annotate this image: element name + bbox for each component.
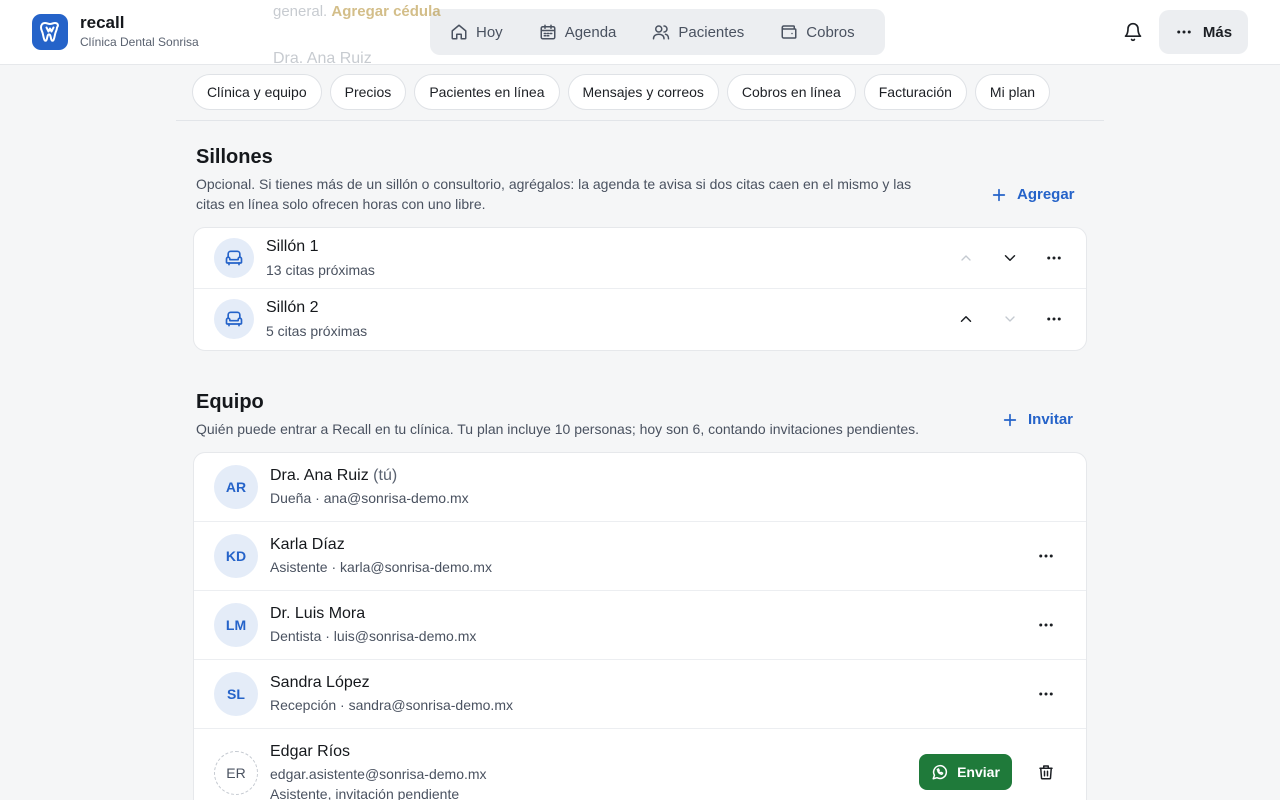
chair-name: Sillón 1 <box>266 238 319 255</box>
nav-item-label: Cobros <box>806 23 855 41</box>
tab-cobros-en-linea[interactable]: Cobros en línea <box>726 74 856 110</box>
chevron-up-icon <box>961 255 971 261</box>
plus-icon <box>1003 413 1017 426</box>
chair-icon <box>214 238 254 278</box>
tab-pacientes-en-linea[interactable]: Pacientes en línea <box>414 74 560 110</box>
chair-appointments: 13 citas próximas <box>266 262 375 278</box>
send-invitation-button[interactable]: Enviar <box>919 754 1012 790</box>
nav-item-label: Pacientes <box>678 23 745 41</box>
move-down-button[interactable] <box>998 307 1022 331</box>
chair-menu-button[interactable] <box>1042 246 1066 270</box>
tab-mi-plan[interactable]: Mi plan <box>974 74 1051 110</box>
team-description: Quién puede entrar a Recall en tu clínic… <box>196 421 920 437</box>
plus-icon <box>992 188 1006 201</box>
tooth-logo-icon <box>32 13 68 50</box>
team-title: Equipo <box>196 391 264 413</box>
chevron-down-icon <box>1005 316 1015 322</box>
more-button[interactable]: Más <box>1159 10 1248 54</box>
team-list: AR Dra. Ana Ruiz (tú) Dueña · ana@sonris… <box>193 452 1087 800</box>
nav-item-label: Hoy <box>476 23 503 41</box>
settings-tabs: Clínica y equipo Precios Pacientes en lí… <box>192 74 1058 110</box>
whatsapp-icon <box>932 765 948 780</box>
member-name: Sandra López <box>270 674 370 691</box>
avatar: LM <box>214 603 258 647</box>
invite-button[interactable]: Invitar <box>1002 411 1073 428</box>
chair-row: Sillón 1 13 citas próximas <box>194 228 1086 289</box>
avatar: SL <box>214 672 258 716</box>
member-role-email: Dentista · luis@sonrisa-demo.mx <box>270 628 477 644</box>
more-dots-icon <box>1039 692 1053 696</box>
add-chair-button[interactable]: Agregar <box>991 186 1075 203</box>
chairs-description: Opcional. Si tienes más de un sillón o c… <box>196 174 956 214</box>
chairs-title: Sillones <box>196 146 273 168</box>
move-up-button[interactable] <box>954 246 978 270</box>
brand-name: recall <box>80 13 125 32</box>
nav-item-label: Agenda <box>564 23 617 41</box>
calendar-icon <box>540 24 556 40</box>
member-role-email: Recepción · sandra@sonrisa-demo.mx <box>270 697 513 713</box>
tabs-divider <box>176 120 1104 121</box>
delete-invitation-button[interactable] <box>1034 760 1058 784</box>
nav-item-agenda[interactable]: Agenda <box>529 14 627 50</box>
notifications-button[interactable] <box>1120 19 1146 45</box>
move-down-button[interactable] <box>998 246 1022 270</box>
member-row: KD Karla Díaz Asistente · karla@sonrisa-… <box>194 522 1086 591</box>
you-badge: (tú) <box>373 467 398 484</box>
member-name: Dr. Luis Mora <box>270 605 366 622</box>
chair-name: Sillón 2 <box>266 299 319 316</box>
more-dots-icon <box>1047 317 1061 321</box>
more-dots-icon <box>1047 256 1061 260</box>
nav-item-hoy[interactable]: Hoy <box>440 14 513 50</box>
member-role-email: Dueña · ana@sonrisa-demo.mx <box>270 490 469 506</box>
bell-icon <box>1124 22 1142 42</box>
chairs-description-line2: citas en línea solo ofrecen horas con un… <box>196 196 486 212</box>
chair-menu-button[interactable] <box>1042 307 1066 331</box>
nav-item-pacientes[interactable]: Pacientes <box>642 14 754 50</box>
member-menu-button[interactable] <box>1034 544 1058 568</box>
main-nav: Hoy Agenda Pacientes Cobros <box>430 9 885 55</box>
send-label: Enviar <box>957 764 1000 780</box>
tab-precios[interactable]: Precios <box>329 74 407 110</box>
tab-clinica-y-equipo[interactable]: Clínica y equipo <box>192 74 322 110</box>
nav-item-cobros[interactable]: Cobros <box>770 14 864 50</box>
member-name: Dra. Ana Ruiz (tú) <box>270 467 397 485</box>
wallet-icon <box>781 25 797 39</box>
chairs-description-line1: Opcional. Si tienes más de un sillón o c… <box>196 176 912 192</box>
tab-facturacion[interactable]: Facturación <box>863 74 967 110</box>
member-email: edgar.asistente@sonrisa-demo.mx <box>270 766 487 782</box>
move-up-button[interactable] <box>954 307 978 331</box>
home-icon <box>451 24 467 40</box>
member-row: SL Sandra López Recepción · sandra@sonri… <box>194 660 1086 729</box>
avatar: AR <box>214 465 258 509</box>
chair-appointments: 5 citas próximas <box>266 323 368 339</box>
chair-row: Sillón 2 5 citas próximas <box>194 289 1086 350</box>
member-name-text: Dra. Ana Ruiz <box>270 467 369 484</box>
clinic-name: Clínica Dental Sonrisa <box>80 35 199 49</box>
avatar: ER <box>214 751 258 795</box>
chairs-list: Sillón 1 13 citas próximas Sillón 2 5 ci… <box>193 227 1087 351</box>
avatar: KD <box>214 534 258 578</box>
add-chair-label: Agregar <box>1017 186 1075 203</box>
member-menu-button[interactable] <box>1034 682 1058 706</box>
member-row: AR Dra. Ana Ruiz (tú) Dueña · ana@sonris… <box>194 453 1086 522</box>
more-label: Más <box>1202 23 1233 41</box>
member-name: Karla Díaz <box>270 536 345 553</box>
brand[interactable]: recall Clínica Dental Sonrisa <box>32 13 199 50</box>
more-dots-icon <box>1177 30 1191 34</box>
top-bar: recall Clínica Dental Sonrisa Hoy Agenda… <box>0 0 1280 65</box>
chair-icon <box>214 299 254 339</box>
member-role-email: Asistente · karla@sonrisa-demo.mx <box>270 559 492 575</box>
member-status: Asistente, invitación pendiente <box>270 786 460 800</box>
more-dots-icon <box>1039 554 1053 558</box>
invite-label: Invitar <box>1028 411 1074 428</box>
chevron-down-icon <box>1004 255 1016 261</box>
chevron-up-icon <box>960 316 972 322</box>
trash-icon <box>1039 765 1053 780</box>
member-row: LM Dr. Luis Mora Dentista · luis@sonrisa… <box>194 591 1086 660</box>
users-icon <box>653 25 670 40</box>
member-name: Edgar Ríos <box>270 743 351 760</box>
more-dots-icon <box>1039 623 1053 627</box>
member-menu-button[interactable] <box>1034 613 1058 637</box>
tab-mensajes-y-correos[interactable]: Mensajes y correos <box>567 74 719 110</box>
